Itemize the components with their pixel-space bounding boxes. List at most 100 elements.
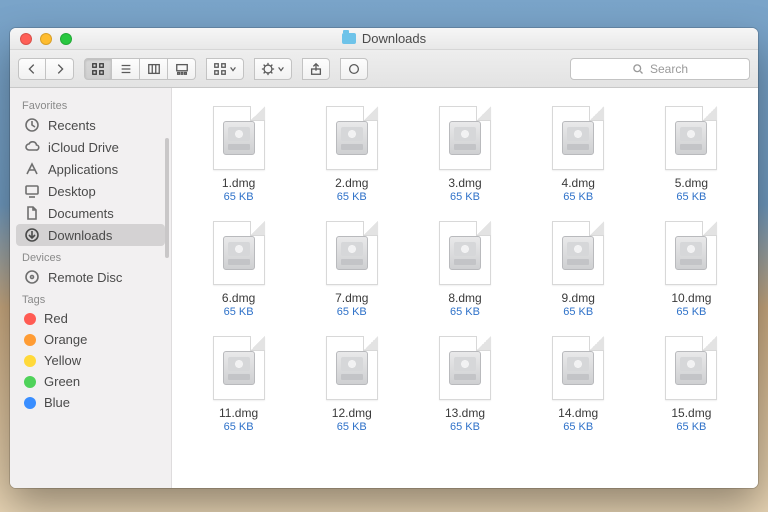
share-group — [302, 58, 330, 80]
list-view-button[interactable] — [112, 58, 140, 80]
content-area: Favorites Recents iCloud Drive Applicati… — [10, 88, 758, 488]
file-size: 65 KB — [337, 421, 367, 433]
file-item[interactable]: 8.dmg65 KB — [408, 221, 521, 318]
file-name: 5.dmg — [675, 176, 708, 190]
sidebar-item-documents[interactable]: Documents — [10, 202, 171, 224]
minimize-button[interactable] — [40, 33, 52, 45]
sidebar-tag-red[interactable]: Red — [10, 308, 171, 329]
file-item[interactable]: 15.dmg65 KB — [635, 336, 748, 433]
window-title: Downloads — [10, 31, 758, 46]
file-size: 65 KB — [337, 191, 367, 203]
file-size: 65 KB — [676, 306, 706, 318]
disc-icon — [24, 269, 40, 285]
file-item[interactable]: 3.dmg65 KB — [408, 106, 521, 203]
sidebar-item-label: Recents — [48, 118, 96, 133]
downloads-icon — [24, 227, 40, 243]
file-name: 15.dmg — [671, 406, 711, 420]
sidebar-item-downloads[interactable]: Downloads — [16, 224, 165, 246]
sidebar-item-recents[interactable]: Recents — [10, 114, 171, 136]
dmg-file-icon — [552, 106, 604, 170]
file-item[interactable]: 1.dmg65 KB — [182, 106, 295, 203]
arrange-button[interactable] — [206, 58, 244, 80]
section-devices: Devices — [10, 246, 171, 266]
sidebar-item-remote-disc[interactable]: Remote Disc — [10, 266, 171, 288]
tags-group — [340, 58, 368, 80]
file-item[interactable]: 10.dmg65 KB — [635, 221, 748, 318]
search-field[interactable]: Search — [570, 58, 750, 80]
back-button[interactable] — [18, 58, 46, 80]
sidebar-item-label: Remote Disc — [48, 270, 122, 285]
share-button[interactable] — [302, 58, 330, 80]
dmg-file-icon — [665, 106, 717, 170]
dmg-file-icon — [665, 336, 717, 400]
file-item[interactable]: 7.dmg65 KB — [295, 221, 408, 318]
file-size: 65 KB — [224, 191, 254, 203]
file-item[interactable]: 11.dmg65 KB — [182, 336, 295, 433]
search-placeholder: Search — [650, 62, 688, 76]
dmg-file-icon — [213, 336, 265, 400]
dmg-file-icon — [552, 221, 604, 285]
sidebar-item-desktop[interactable]: Desktop — [10, 180, 171, 202]
file-name: 14.dmg — [558, 406, 598, 420]
sidebar-item-label: Orange — [44, 332, 87, 347]
sidebar-item-label: iCloud Drive — [48, 140, 119, 155]
titlebar[interactable]: Downloads — [10, 28, 758, 50]
tag-dot-icon — [24, 376, 36, 388]
dmg-file-icon — [552, 336, 604, 400]
dmg-file-icon — [439, 106, 491, 170]
dmg-file-icon — [326, 106, 378, 170]
search-icon — [632, 63, 644, 75]
file-size: 65 KB — [337, 306, 367, 318]
window-title-text: Downloads — [362, 31, 426, 46]
toolbar: Search — [10, 50, 758, 88]
sidebar-item-icloud[interactable]: iCloud Drive — [10, 136, 171, 158]
edit-tags-button[interactable] — [340, 58, 368, 80]
document-icon — [24, 205, 40, 221]
file-item[interactable]: 6.dmg65 KB — [182, 221, 295, 318]
file-item[interactable]: 9.dmg65 KB — [522, 221, 635, 318]
view-buttons — [84, 58, 196, 80]
dmg-file-icon — [213, 106, 265, 170]
folder-icon — [342, 33, 356, 44]
dmg-file-icon — [439, 221, 491, 285]
file-name: 3.dmg — [448, 176, 481, 190]
sidebar-tag-blue[interactable]: Blue — [10, 392, 171, 413]
close-button[interactable] — [20, 33, 32, 45]
action-button[interactable] — [254, 58, 292, 80]
sidebar-tag-orange[interactable]: Orange — [10, 329, 171, 350]
sidebar-item-applications[interactable]: Applications — [10, 158, 171, 180]
column-view-button[interactable] — [140, 58, 168, 80]
sidebar-item-label: Green — [44, 374, 80, 389]
file-name: 11.dmg — [219, 406, 258, 420]
file-name: 9.dmg — [562, 291, 595, 305]
sidebar-tag-green[interactable]: Green — [10, 371, 171, 392]
cloud-icon — [24, 139, 40, 155]
file-item[interactable]: 12.dmg65 KB — [295, 336, 408, 433]
file-item[interactable]: 4.dmg65 KB — [522, 106, 635, 203]
sidebar-item-label: Yellow — [44, 353, 81, 368]
file-name: 10.dmg — [671, 291, 711, 305]
file-size: 65 KB — [563, 191, 593, 203]
file-item[interactable]: 13.dmg65 KB — [408, 336, 521, 433]
sidebar-tag-yellow[interactable]: Yellow — [10, 350, 171, 371]
sidebar-item-label: Red — [44, 311, 68, 326]
zoom-button[interactable] — [60, 33, 72, 45]
tag-dot-icon — [24, 313, 36, 325]
gallery-view-button[interactable] — [168, 58, 196, 80]
file-name: 7.dmg — [335, 291, 368, 305]
file-name: 2.dmg — [335, 176, 368, 190]
file-size: 65 KB — [450, 306, 480, 318]
file-item[interactable]: 2.dmg65 KB — [295, 106, 408, 203]
file-browser[interactable]: 1.dmg65 KB2.dmg65 KB3.dmg65 KB4.dmg65 KB… — [172, 88, 758, 488]
file-item[interactable]: 5.dmg65 KB — [635, 106, 748, 203]
file-item[interactable]: 14.dmg65 KB — [522, 336, 635, 433]
file-size: 65 KB — [676, 421, 706, 433]
sidebar-item-label: Documents — [48, 206, 114, 221]
file-name: 8.dmg — [448, 291, 481, 305]
icon-view-button[interactable] — [84, 58, 112, 80]
sidebar-item-label: Applications — [48, 162, 118, 177]
sidebar-scrollbar[interactable] — [165, 138, 169, 258]
forward-button[interactable] — [46, 58, 74, 80]
finder-window: Downloads Search — [10, 28, 758, 488]
file-size: 65 KB — [676, 191, 706, 203]
